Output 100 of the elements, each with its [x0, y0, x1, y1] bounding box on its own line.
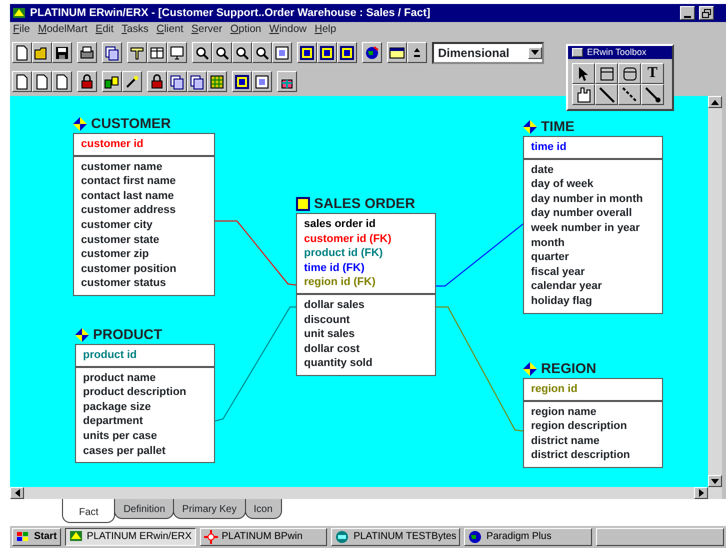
attribute: fiscal year: [531, 264, 586, 280]
view-select[interactable]: Dimensional: [432, 42, 544, 64]
toolbar-button[interactable]: [387, 42, 407, 63]
toolbar-button[interactable]: [77, 71, 97, 92]
floppy-icon: [54, 44, 70, 60]
vertical-scrollbar[interactable]: [708, 96, 722, 487]
attribute: date: [531, 162, 555, 178]
menu-item[interactable]: Window: [266, 22, 312, 38]
toolbar-button[interactable]: [212, 42, 232, 63]
toolbar-button[interactable]: [32, 71, 52, 92]
restore-icon: [702, 8, 711, 18]
entity-name: TIME: [541, 117, 574, 136]
minimize-button[interactable]: [680, 6, 695, 20]
frame-icon: [254, 74, 270, 90]
start-button[interactable]: Start: [12, 528, 61, 546]
diamond-icon: [523, 120, 537, 134]
toolbox-button[interactable]: [572, 63, 595, 84]
attribute: customer position: [81, 262, 178, 276]
attribute: customer city: [81, 218, 154, 233]
wand-icon: [124, 74, 140, 90]
toolbar-button[interactable]: [147, 71, 167, 92]
toolbar-button[interactable]: [192, 42, 212, 63]
minimize-icon: [684, 15, 692, 19]
toolbar-button[interactable]: [232, 71, 252, 92]
pin-icon: [129, 44, 145, 60]
toolbar-button[interactable]: [102, 71, 122, 92]
caret-icon: [531, 50, 539, 55]
app-icon: [12, 7, 26, 19]
grid-icon: [209, 74, 225, 90]
toolbar-button[interactable]: [77, 42, 97, 63]
menu-item[interactable]: File: [10, 22, 35, 38]
key-attribute: product id (FK): [304, 246, 384, 261]
toolbar-button[interactable]: [147, 42, 167, 63]
toolbox-button[interactable]: [618, 84, 641, 105]
toolbar-button[interactable]: [252, 42, 272, 63]
entity-icon: [598, 66, 614, 82]
pages-icon: [189, 74, 205, 90]
taskbar-button[interactable]: Paradigm Plus: [464, 528, 592, 546]
diamond-icon: [75, 328, 89, 342]
toolbar-button[interactable]: [297, 42, 317, 63]
toolbox-button[interactable]: [618, 63, 641, 84]
toolbar-button[interactable]: [207, 71, 227, 92]
toolbar-button[interactable]: [102, 42, 122, 63]
key-attribute: product id: [83, 348, 138, 363]
diamond-icon: [73, 116, 87, 130]
attribute: contact first name: [81, 174, 177, 189]
attribute: units per case: [83, 428, 158, 444]
diamond-icon: [523, 362, 537, 376]
toolbar-button[interactable]: [32, 42, 52, 63]
toolbox-menu-button[interactable]: [572, 48, 583, 57]
toolbar-button[interactable]: [232, 42, 252, 63]
tab[interactable]: Primary Key: [173, 499, 246, 519]
attribute: quarter: [531, 250, 570, 265]
restore-button[interactable]: [699, 6, 714, 20]
down-arrow-icon: [711, 478, 719, 484]
toolbar-button[interactable]: [252, 71, 272, 92]
attribute: contact last name: [81, 188, 175, 204]
attribute: district name: [531, 434, 600, 448]
toolbar-button[interactable]: [52, 42, 72, 63]
toolbar-button[interactable]: [187, 71, 207, 92]
tab[interactable]: Fact: [62, 499, 116, 523]
taskbar-button[interactable]: PLATINUM ERwin/ERX: [64, 528, 196, 546]
toolbar-button[interactable]: [362, 42, 382, 63]
text-tool-button[interactable]: T: [641, 63, 664, 84]
menu-item[interactable]: Edit: [92, 22, 119, 38]
tab[interactable]: Icon: [244, 499, 282, 519]
toolbar-button[interactable]: [122, 71, 142, 92]
taskbar-button[interactable]: PLATINUM BPwin: [200, 528, 328, 546]
menu-item[interactable]: Server: [188, 22, 228, 38]
toolbar-button[interactable]: [12, 71, 32, 92]
toolbar-button[interactable]: [317, 42, 337, 63]
tab[interactable]: Definition: [114, 499, 174, 519]
toolbar-button[interactable]: [337, 42, 357, 63]
toolbox-button[interactable]: [641, 84, 664, 105]
view-icon: [622, 66, 638, 82]
toolbox-button[interactable]: [595, 63, 618, 84]
toolbox-title: ERwin Toolbox: [587, 46, 646, 59]
toolbar-button[interactable]: [167, 42, 187, 63]
menu-item[interactable]: Help: [312, 22, 342, 38]
toolbar-button[interactable]: [407, 42, 427, 63]
menu-item[interactable]: Option: [227, 22, 266, 38]
menu-item[interactable]: Client: [154, 22, 188, 38]
taskbar-button[interactable]: PLATINUM TESTBytes: [331, 528, 460, 546]
menu-item[interactable]: Tasks: [118, 22, 154, 38]
toolbar-button[interactable]: [167, 71, 187, 92]
toolbar-button[interactable]: [127, 42, 147, 63]
app-icon: [68, 530, 83, 544]
menu-item[interactable]: ModelMart: [34, 22, 93, 38]
attribute: month: [531, 236, 566, 250]
magnifier-icon: [254, 44, 270, 60]
toolbar-button[interactable]: [272, 42, 292, 63]
toolbar-button[interactable]: [12, 42, 32, 63]
toolbar-button[interactable]: [52, 71, 72, 92]
page-icon: [54, 74, 70, 90]
toolbar-button[interactable]: [277, 71, 297, 92]
boxes-icon: [299, 44, 315, 60]
horizontal-scrollbar[interactable]: [10, 487, 722, 499]
left-arrow-icon: [14, 489, 20, 497]
toolbox-button[interactable]: [572, 84, 595, 105]
toolbox-button[interactable]: [595, 84, 618, 105]
